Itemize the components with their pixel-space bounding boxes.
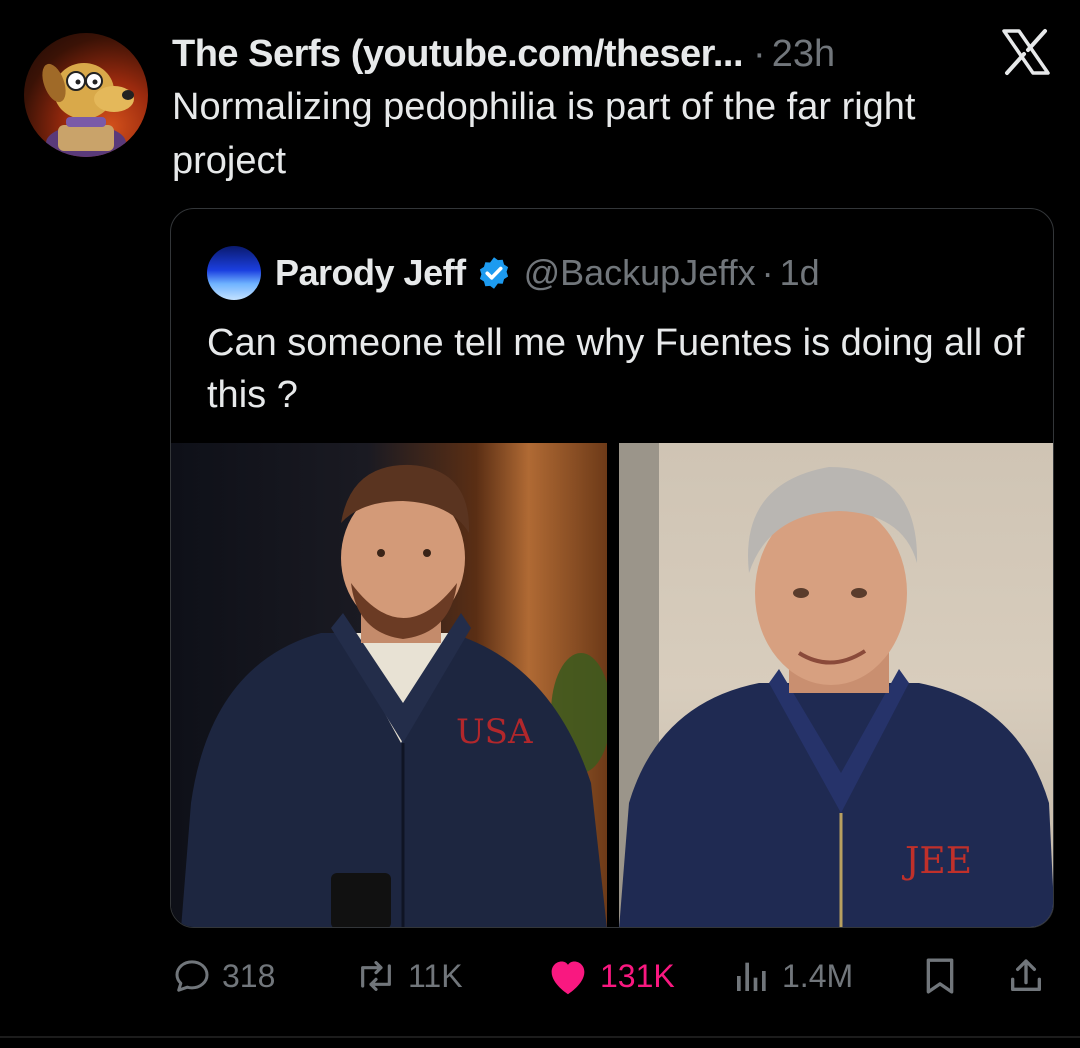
author-name[interactable]: The Serfs (youtube.com/theser... [172, 33, 744, 76]
photo-left-illustration: USA [181, 464, 607, 927]
views-button[interactable]: 1.4M [732, 948, 853, 1004]
quoted-post-timestamp[interactable]: 1d [780, 252, 820, 294]
quoted-author-avatar[interactable] [207, 246, 261, 300]
post-timestamp[interactable]: 23h [772, 33, 835, 76]
like-count: 131K [600, 957, 675, 994]
share-icon [1011, 959, 1041, 991]
reply-count: 318 [222, 957, 276, 994]
x-logo-icon[interactable] [1000, 28, 1052, 76]
post-header: The Serfs (youtube.com/theser... · 23h [172, 28, 1060, 80]
post-text: Normalizing pedophilia is part of the fa… [172, 86, 916, 182]
views-icon [737, 962, 766, 991]
reply-button[interactable]: 318 [172, 948, 275, 1004]
like-icon [551, 961, 585, 995]
verified-badge-icon [479, 257, 508, 289]
repost-icon [361, 961, 391, 991]
quoted-header-separator: · [761, 252, 774, 293]
reply-icon [175, 960, 209, 992]
header-separator: · [753, 32, 766, 75]
repost-count: 11K [408, 957, 463, 994]
repost-button[interactable]: 11K [354, 948, 463, 1004]
dog-avatar-illustration [42, 63, 134, 157]
action-bar: 318 11K 131K 1.4M [172, 948, 1052, 1004]
author-avatar[interactable] [24, 33, 148, 157]
share-button[interactable] [1006, 948, 1056, 1004]
photo-right[interactable]: JEE [619, 443, 1053, 927]
bookmark-button[interactable] [920, 948, 970, 1004]
svg-text:JEE: JEE [901, 841, 972, 882]
quoted-post-card[interactable]: Parody Jeff @BackupJeffx · 1d Can someon… [170, 208, 1054, 928]
photo-left[interactable]: USA [171, 443, 607, 927]
quoted-author-name[interactable]: Parody Jeff [275, 252, 466, 294]
like-button[interactable]: 131K [546, 948, 675, 1004]
quoted-post-text: Can someone tell me why Fuentes is doing… [207, 322, 1025, 416]
bookmark-icon [926, 958, 954, 994]
quoted-post-header: Parody Jeff @BackupJeffx · 1d [207, 245, 820, 301]
quoted-post-media: USA JEE [171, 443, 1053, 927]
quoted-author-handle[interactable]: @BackupJeffx [524, 252, 756, 294]
svg-text:USA: USA [456, 712, 533, 752]
photo-right-illustration: JEE [619, 443, 1053, 927]
divider [0, 1036, 1080, 1038]
view-count: 1.4M [782, 957, 854, 994]
